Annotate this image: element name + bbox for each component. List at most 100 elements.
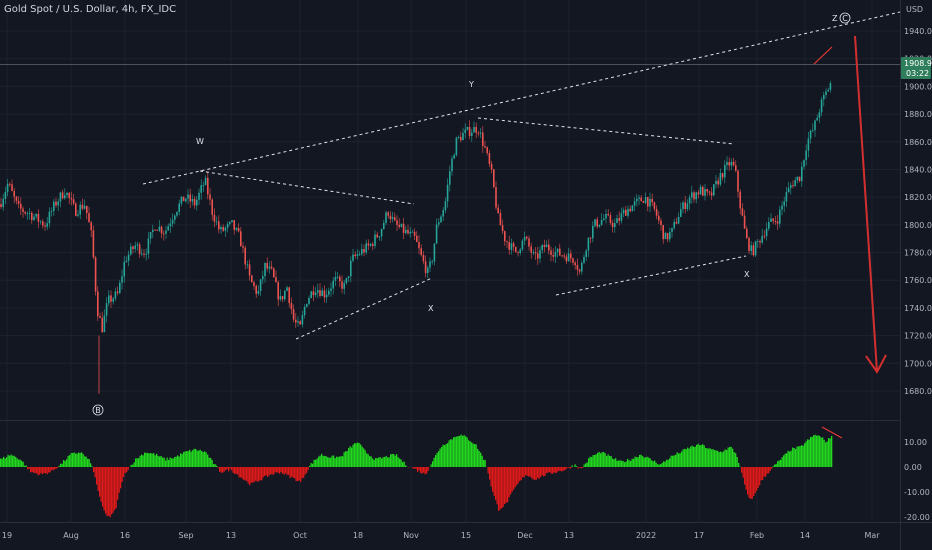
- candle-body: [460, 136, 462, 141]
- candle-body: [739, 191, 741, 209]
- candle-body: [171, 219, 174, 224]
- osc-tick-label: -10.00: [904, 488, 930, 497]
- osc-bar: [427, 467, 429, 471]
- osc-bar: [277, 467, 279, 473]
- osc-bar: [631, 458, 633, 467]
- osc-bar: [775, 463, 777, 467]
- osc-bar: [51, 467, 53, 470]
- osc-bar: [540, 467, 542, 478]
- candle-body: [550, 250, 552, 255]
- candle-body: [750, 245, 752, 251]
- candle-body: [464, 129, 466, 133]
- candle-body: [493, 169, 495, 188]
- osc-bar: [358, 443, 360, 467]
- candle-body: [721, 173, 724, 178]
- candle-body: [26, 213, 29, 215]
- candle-body: [499, 213, 502, 226]
- osc-bar: [438, 451, 440, 467]
- candle-body: [677, 216, 680, 224]
- candle-body: [202, 184, 205, 186]
- osc-bar: [453, 437, 455, 467]
- candle-body: [332, 280, 334, 289]
- candle-body: [108, 295, 110, 304]
- candle-body: [90, 222, 92, 231]
- osc-bar: [831, 435, 833, 467]
- candle-body: [158, 226, 161, 231]
- osc-bar: [448, 440, 450, 467]
- candle-body: [770, 218, 772, 222]
- candle-body: [28, 212, 31, 214]
- candle-body: [407, 229, 409, 234]
- osc-bar: [399, 458, 401, 467]
- osc-bar: [450, 439, 452, 467]
- osc-bar: [432, 461, 434, 467]
- candle-body: [376, 234, 378, 238]
- osc-bar: [537, 467, 539, 478]
- candle-body: [816, 117, 818, 121]
- candle-body: [222, 227, 224, 231]
- candle-body: [11, 184, 13, 191]
- osc-bar: [433, 457, 435, 467]
- candle-body: [94, 257, 97, 292]
- price-chart[interactable]: W Y X X Z C B 1940.001920.001900.001880.…: [0, 0, 932, 550]
- osc-bar: [228, 467, 230, 472]
- candle-body: [776, 221, 779, 224]
- candle-body: [530, 246, 532, 253]
- osc-bar: [619, 460, 621, 467]
- osc-bar: [724, 449, 726, 467]
- osc-bar: [202, 452, 204, 467]
- osc-bar: [223, 467, 225, 472]
- osc-bar: [706, 448, 708, 467]
- candle-body: [79, 204, 81, 215]
- osc-bar: [46, 467, 48, 475]
- candle-body: [618, 218, 620, 221]
- osc-bar: [175, 456, 177, 467]
- osc-bar: [688, 448, 690, 467]
- price-tick-label: 1900.00: [904, 82, 932, 91]
- candle-body: [526, 236, 528, 239]
- osc-bar: [676, 452, 678, 467]
- osc-bar: [780, 459, 782, 467]
- osc-bar: [118, 467, 120, 493]
- osc-bar: [331, 455, 333, 467]
- osc-bar: [97, 467, 99, 491]
- candle-body: [644, 197, 647, 203]
- candle-body: [629, 208, 631, 212]
- price-tick-label: 1780.00: [904, 249, 932, 258]
- osc-bar: [99, 467, 101, 497]
- osc-bar: [667, 459, 669, 467]
- osc-bar: [255, 467, 257, 481]
- osc-bar: [304, 467, 306, 475]
- osc-bar: [381, 458, 383, 467]
- osc-bar: [7, 454, 9, 467]
- candle-body: [116, 291, 119, 294]
- candle-body: [827, 89, 829, 92]
- candle-body: [70, 197, 73, 200]
- osc-bar: [483, 459, 485, 467]
- osc-bar: [106, 467, 108, 517]
- osc-bar: [313, 459, 315, 467]
- osc-bar: [477, 448, 479, 467]
- osc-bar: [648, 457, 650, 467]
- candle-body: [638, 197, 640, 199]
- wave-label-y: Y: [468, 80, 474, 89]
- candle-body: [548, 244, 550, 251]
- osc-bar: [555, 467, 557, 474]
- osc-tick-label: 0.00: [904, 463, 922, 472]
- candle-body: [792, 185, 794, 187]
- osc-bar: [334, 458, 336, 467]
- osc-bar: [1, 458, 3, 467]
- osc-bar: [496, 467, 498, 505]
- candle-body: [57, 201, 59, 206]
- osc-bar: [502, 467, 504, 508]
- osc-bar: [28, 467, 30, 469]
- candle-body: [92, 230, 95, 258]
- candle-body: [306, 303, 308, 307]
- candle-body: [515, 246, 517, 252]
- osc-bar: [88, 459, 90, 467]
- candle-body: [259, 279, 262, 292]
- osc-bar: [114, 467, 116, 510]
- candle-body: [616, 218, 618, 224]
- osc-bar: [672, 455, 674, 467]
- osc-bar: [826, 441, 828, 467]
